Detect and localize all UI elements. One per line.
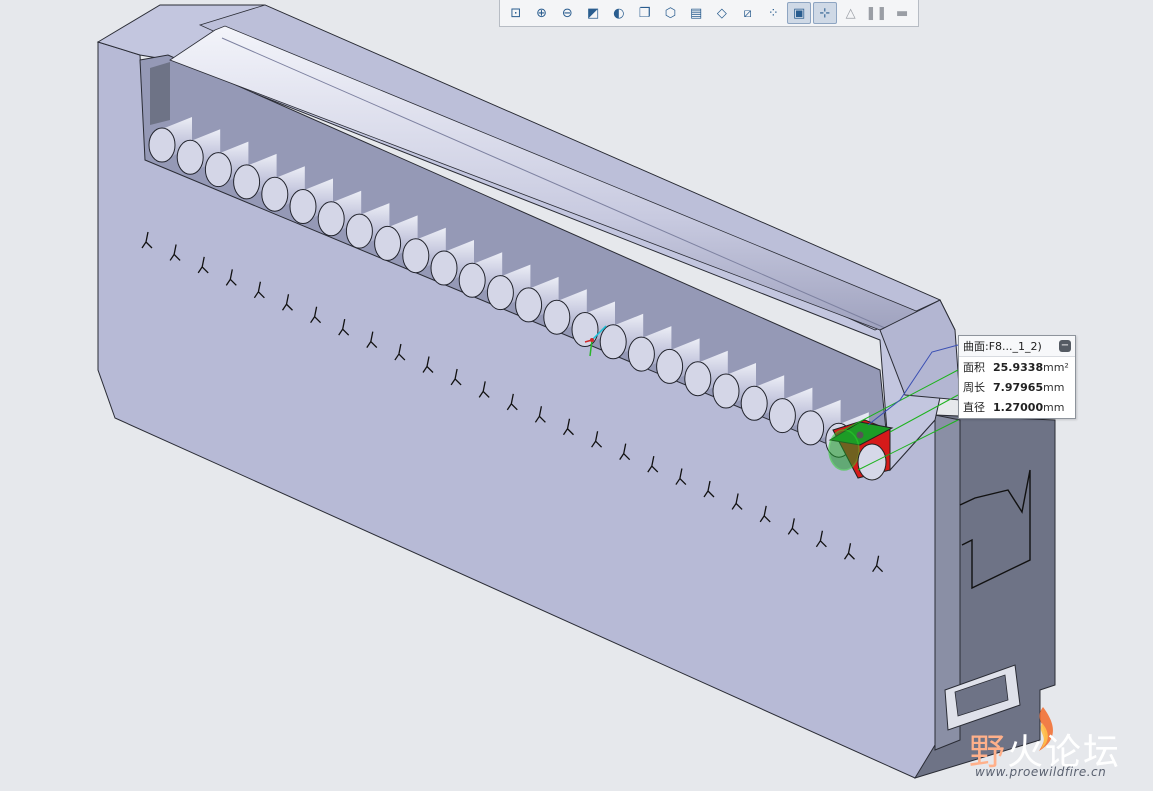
pin-end [656,348,684,384]
pin-end [345,213,373,249]
pin-end [599,324,627,360]
view-toolbar: ⊡ ⊕ ⊖ ◩ ◐ ❐ ⬡ ▤ ◇ ⧄ ⁘ ▣ ⊹ △ ❚❚ ▬ [499,0,919,27]
pin-end [515,287,543,323]
pin-end [712,373,740,409]
section-button[interactable]: ⧄ [736,2,760,24]
area-row: 面积 25.9338 mm² [959,357,1075,377]
pin-end [317,201,345,237]
diameter-value: 1.27000 [993,400,1044,414]
regenerate-button[interactable]: ▬ [890,2,914,24]
pin-end [768,398,796,434]
datum-display-button[interactable]: ⁘ [762,2,786,24]
display-style-button[interactable]: ◐ [607,2,631,24]
pin-end [684,361,712,397]
view-manager-button[interactable]: ⬡ [659,2,683,24]
perimeter-row: 周长 7.97965 mm [959,377,1075,397]
refit-button[interactable]: ⊡ [504,2,528,24]
saved-views-button[interactable]: ❐ [633,2,657,24]
info-panel-title: 曲面:F8..._1_2) [963,340,1042,353]
info-panel-header[interactable]: 曲面:F8..._1_2) − [959,336,1075,357]
pin-end [797,410,825,446]
pin-end [289,189,317,224]
forum-watermark: 野火论坛 www.proewildfire.cn [965,705,1145,785]
pin-end [148,127,176,163]
warning-button[interactable]: △ [839,2,863,24]
zoom-in-button[interactable]: ⊕ [530,2,554,24]
pin-end [458,262,486,298]
measure-info-panel[interactable]: 曲面:F8..._1_2) − 面积 25.9338 mm² 周长 7.9796… [958,335,1076,419]
pin-end [486,275,514,311]
perspective-button[interactable]: ◇ [710,2,734,24]
pin-end [402,238,430,274]
diameter-unit: mm [1043,400,1065,414]
zoom-out-button[interactable]: ⊖ [556,2,580,24]
pin-end [627,336,655,372]
perimeter-label: 周长 [963,381,985,394]
pin-end [430,250,458,286]
spin-center-button[interactable]: ⊹ [813,2,837,24]
connector-model[interactable] [96,4,1056,779]
watermark-url: www.proewildfire.cn [975,765,1107,779]
area-unit: mm² [1043,360,1069,374]
perimeter-unit: mm [1043,380,1065,394]
diameter-row: 直径 1.27000 mm [959,397,1075,417]
pin-end [740,385,768,421]
perimeter-value: 7.97965 [993,380,1044,394]
pin-end [543,299,571,335]
pause-button[interactable]: ❚❚ [865,2,889,24]
diameter-label: 直径 [963,401,985,414]
area-value: 25.9338 [993,360,1044,374]
pin-end [374,225,402,261]
pin-end [233,164,261,200]
pin-end [176,139,204,175]
repaint-button[interactable]: ◩ [581,2,605,24]
collapse-icon[interactable]: − [1059,340,1071,352]
annotation-display-button[interactable]: ▣ [787,2,811,24]
pin-end [204,152,232,188]
area-label: 面积 [963,361,985,374]
appearance-button[interactable]: ▤ [684,2,708,24]
pin-end [261,176,289,212]
slot-inner-wall [150,62,170,125]
